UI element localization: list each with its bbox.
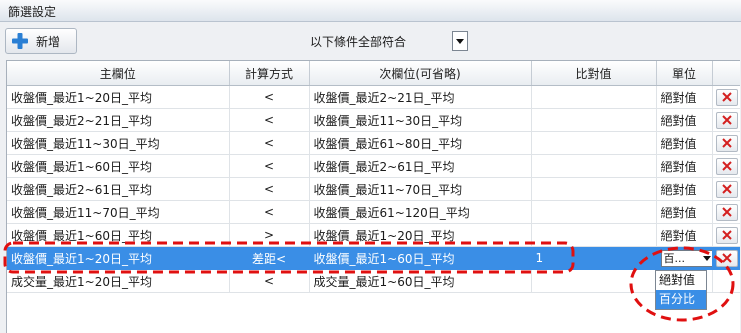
chevron-down-icon[interactable] [452,31,468,51]
cell-main[interactable]: 收盤價_最近11~30日_平均 [7,131,230,155]
cell-secondary[interactable]: 收盤價_最近11~30日_平均 [309,108,532,132]
unit-select[interactable]: 百... [660,249,711,267]
cell-value[interactable] [531,154,657,178]
selected-table-row[interactable]: 收盤價_最近1~20日_平均 差距< 收盤價_最近1~60日_平均 1 百... [7,246,740,270]
table-row[interactable]: 成交量_最近1~20日_平均 < 成交量_最近1~60日_平均 [7,269,740,293]
delete-row-button[interactable] [715,249,738,267]
column-header-secondary[interactable]: 次欄位(可省略) [309,61,532,86]
cell-unit[interactable]: 百... [656,246,713,270]
cell-secondary[interactable]: 收盤價_最近61~80日_平均 [309,131,532,155]
cell-unit[interactable]: 絕對值 [656,108,713,132]
cell-method[interactable]: < [229,131,310,155]
cell-secondary[interactable]: 收盤價_最近11~70日_平均 [309,177,532,201]
close-icon [722,253,732,263]
cell-value[interactable]: 1 [531,246,657,270]
cell-secondary[interactable]: 收盤價_最近61~120日_平均 [309,200,532,224]
cell-value[interactable] [531,223,657,247]
delete-row-button[interactable] [715,88,738,106]
cell-main[interactable]: 成交量_最近1~20日_平均 [7,269,230,293]
cell-unit[interactable]: 絕對值 [656,154,713,178]
table-row[interactable]: 收盤價_最近2~61日_平均 < 收盤價_最近11~70日_平均 絕對值 [7,177,740,201]
cell-secondary[interactable]: 收盤價_最近2~21日_平均 [309,85,532,109]
cell-value[interactable] [531,108,657,132]
add-button[interactable]: 新增 [5,28,77,54]
table-row[interactable]: 收盤價_最近1~60日_平均 > 收盤價_最近1~20日_平均 絕對值 [7,223,740,247]
cell-main[interactable]: 收盤價_最近2~61日_平均 [7,177,230,201]
cell-method[interactable]: > [229,223,310,247]
cell-value[interactable] [531,85,657,109]
delete-row-button[interactable] [715,180,738,198]
column-header-method[interactable]: 計算方式 [229,61,310,86]
table-row[interactable]: 收盤價_最近2~21日_平均 < 收盤價_最近11~30日_平均 絕對值 [7,108,740,132]
cell-method[interactable]: < [229,200,310,224]
cell-value[interactable] [531,131,657,155]
delete-row-button[interactable] [715,226,738,244]
plus-icon [12,33,28,49]
cell-secondary[interactable]: 收盤價_最近2~61日_平均 [309,154,532,178]
delete-row-button[interactable] [715,157,738,175]
close-icon [722,207,732,217]
cell-secondary[interactable]: 收盤價_最近1~20日_平均 [309,223,532,247]
table-row[interactable]: 收盤價_最近1~60日_平均 < 收盤價_最近2~61日_平均 絕對值 [7,154,740,178]
unit-select-value: 百... [663,252,686,265]
cell-unit[interactable]: 絕對值 [656,177,713,201]
cell-unit[interactable]: 絕對值 [656,131,713,155]
cell-method[interactable]: < [229,177,310,201]
table-header-row: 主欄位 計算方式 次欄位(可省略) 比對值 單位 [7,61,740,86]
cell-main[interactable]: 收盤價_最近1~20日_平均 [7,85,230,109]
cell-main[interactable]: 收盤價_最近1~60日_平均 [7,154,230,178]
column-header-delete [712,61,740,86]
unit-option-percent[interactable]: 百分比 [656,290,706,309]
add-button-label: 新增 [36,34,61,49]
window-title: 篩選設定 [8,5,57,19]
match-mode-value: 以下條件全部符合 [310,34,407,49]
cell-unit[interactable]: 絕對值 [656,200,713,224]
match-mode-select[interactable]: 以下條件全部符合 [296,30,468,52]
close-icon [722,138,732,148]
cell-method[interactable]: < [229,108,310,132]
table-row[interactable]: 收盤價_最近11~70日_平均 < 收盤價_最近61~120日_平均 絕對值 [7,200,740,224]
conditions-table: 主欄位 計算方式 次欄位(可省略) 比對值 單位 收盤價_最近1~20日_平均 … [6,60,740,333]
cell-value[interactable] [531,177,657,201]
table-row[interactable]: 收盤價_最近11~30日_平均 < 收盤價_最近61~80日_平均 絕對值 [7,131,740,155]
table-row[interactable]: 收盤價_最近1~20日_平均 < 收盤價_最近2~21日_平均 絕對值 [7,85,740,109]
cell-method[interactable]: < [229,269,310,293]
cell-unit[interactable]: 絕對值 [656,223,713,247]
cell-value[interactable] [531,200,657,224]
cell-value[interactable] [531,269,657,293]
cell-method[interactable]: 差距< [229,246,310,270]
title-bar: 篩選設定 [0,0,741,22]
unit-option-absolute[interactable]: 絕對值 [656,271,706,290]
column-header-value[interactable]: 比對值 [531,61,657,86]
cell-method[interactable]: < [229,85,310,109]
chevron-down-icon[interactable] [702,255,711,261]
cell-secondary[interactable]: 收盤價_最近1~60日_平均 [309,246,532,270]
cell-secondary[interactable]: 成交量_最近1~60日_平均 [309,269,532,293]
toolbar: 新增 以下條件全部符合 [0,22,741,60]
close-icon [722,161,732,171]
close-icon [722,184,732,194]
column-header-unit[interactable]: 單位 [656,61,713,86]
cell-method[interactable]: < [229,154,310,178]
cell-main[interactable]: 收盤價_最近11~70日_平均 [7,200,230,224]
close-icon [722,92,732,102]
cell-main[interactable]: 收盤價_最近1~60日_平均 [7,223,230,247]
cell-main[interactable]: 收盤價_最近1~20日_平均 [7,246,230,270]
close-icon [722,115,732,125]
unit-dropdown-list: 絕對值 百分比 [655,270,707,310]
close-icon [722,230,732,240]
delete-row-button[interactable] [715,203,738,221]
delete-row-button[interactable] [715,134,738,152]
column-header-main[interactable]: 主欄位 [7,61,230,86]
cell-main[interactable]: 收盤價_最近2~21日_平均 [7,108,230,132]
cell-unit[interactable]: 絕對值 [656,85,713,109]
delete-row-button[interactable] [715,111,738,129]
